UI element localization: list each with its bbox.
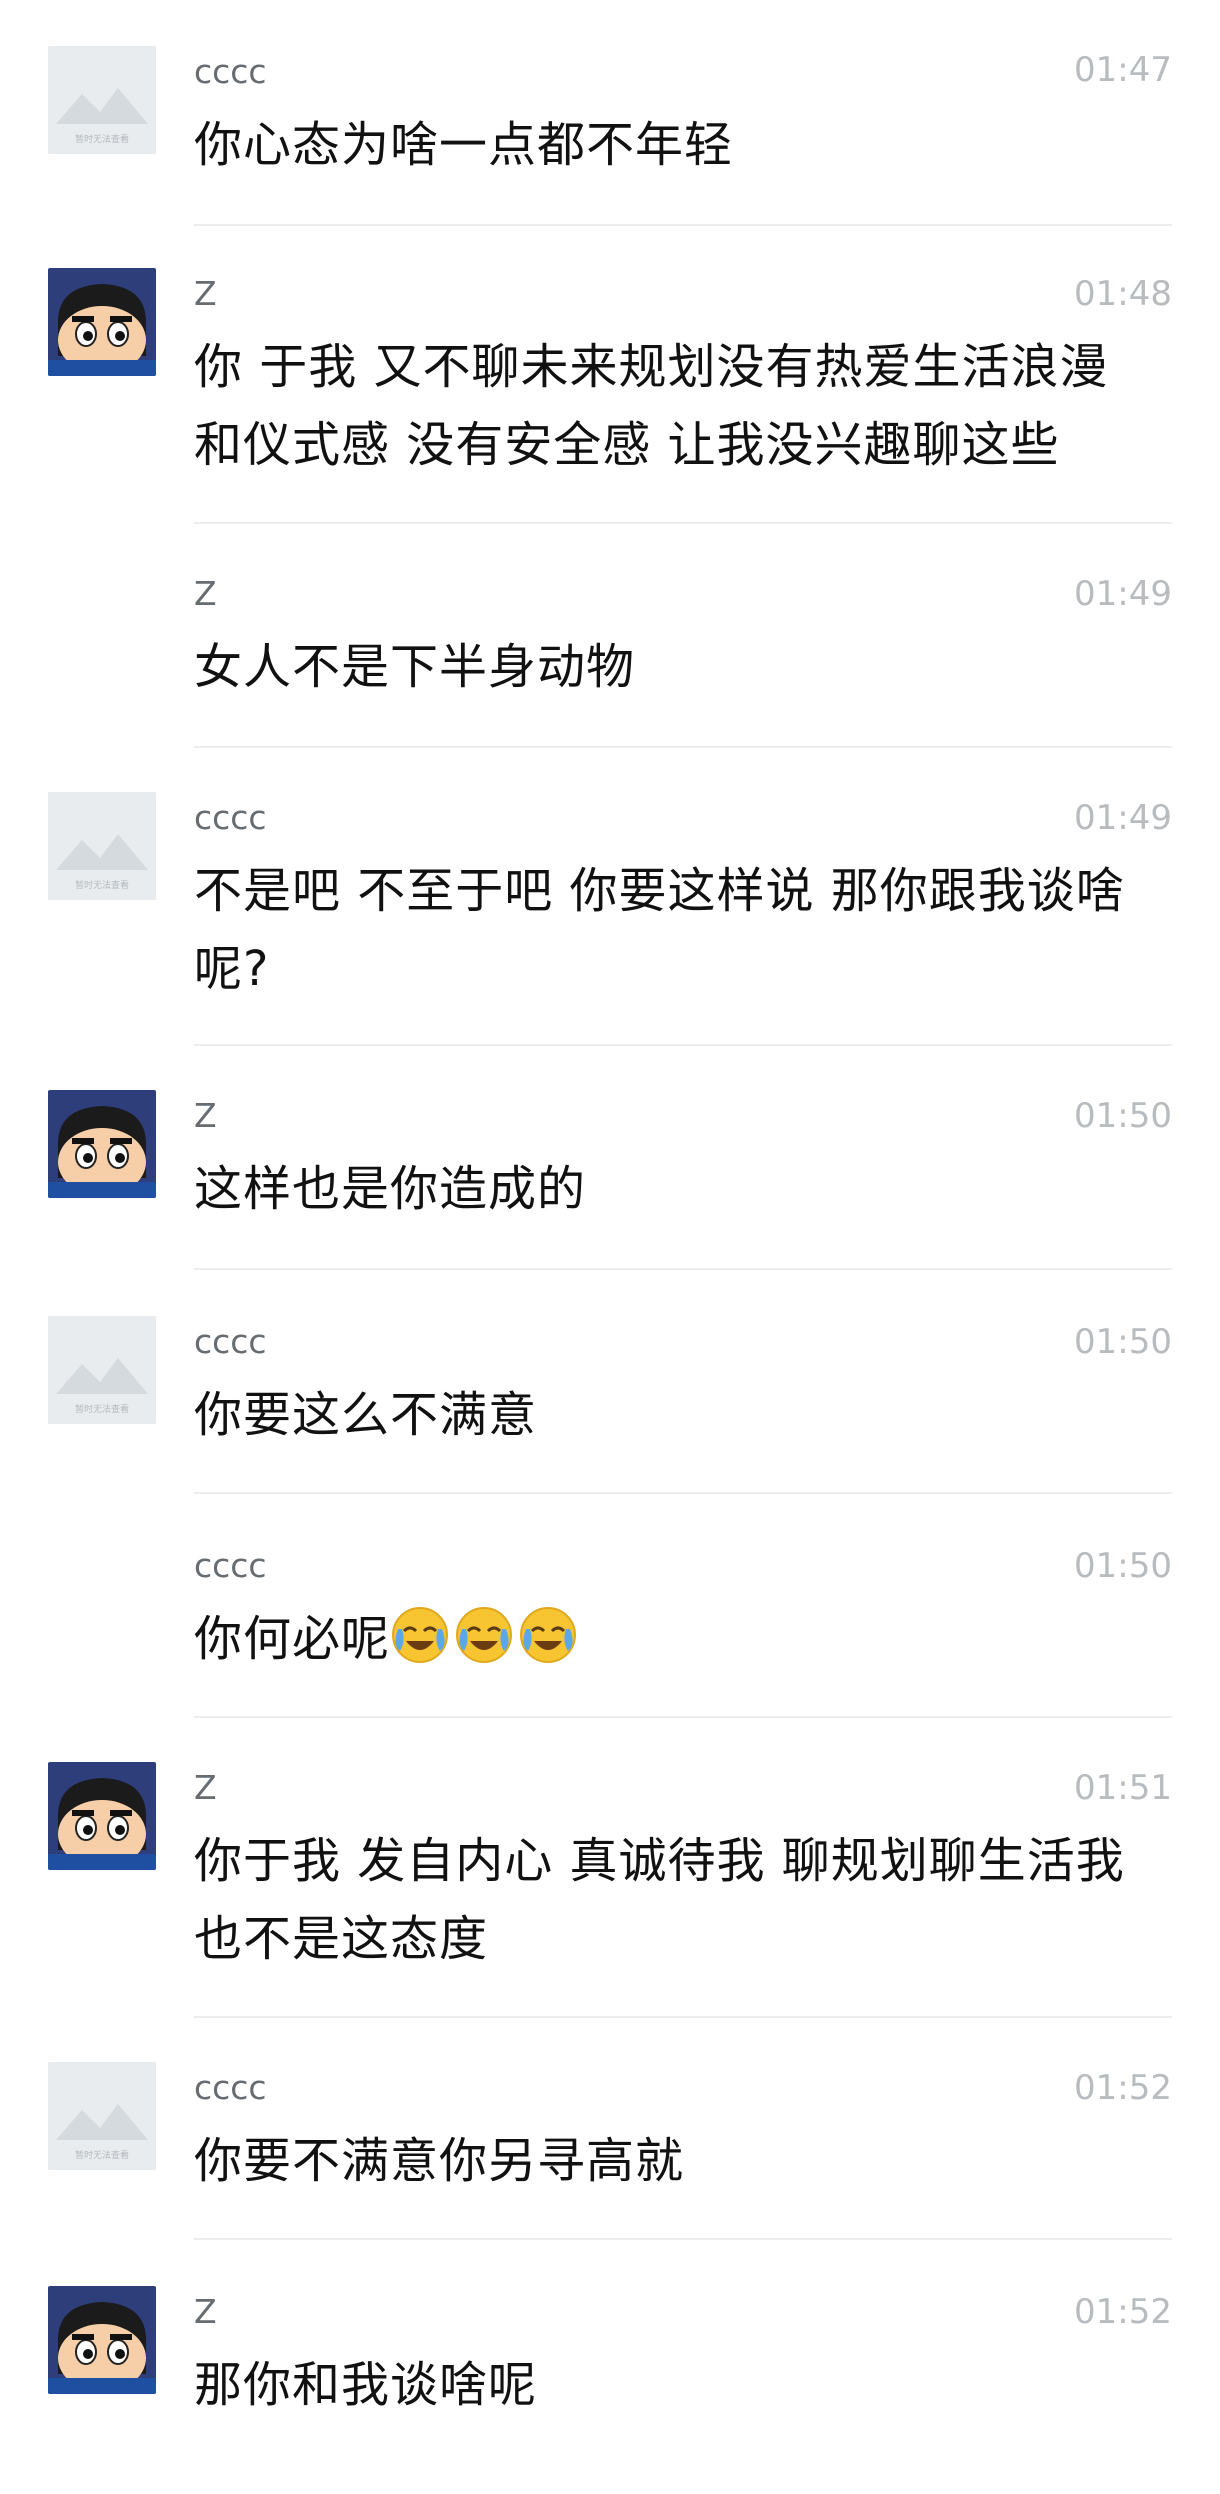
message-time: 01:47 bbox=[1074, 50, 1172, 90]
sender-name: cccc bbox=[194, 1546, 267, 1585]
crayon-shinchan-avatar[interactable] bbox=[48, 1762, 156, 1870]
sender-name: Z bbox=[194, 574, 217, 613]
crying-laughing-emoji bbox=[454, 1605, 514, 1665]
sender-name: cccc bbox=[194, 1322, 267, 1361]
sender-name: cccc bbox=[194, 2068, 267, 2107]
crying-laughing-emoji bbox=[390, 1605, 450, 1665]
message-time: 01:51 bbox=[1074, 1768, 1172, 1808]
divider bbox=[194, 1268, 1172, 1270]
crayon-shinchan-avatar[interactable] bbox=[48, 2286, 156, 2394]
message-time: 01:48 bbox=[1074, 274, 1172, 314]
message-text: 这样也是你造成的 bbox=[194, 1161, 587, 1217]
crayon-shinchan-avatar[interactable] bbox=[48, 1090, 156, 1198]
sender-name: cccc bbox=[194, 52, 267, 91]
message-time: 01:50 bbox=[1074, 1322, 1172, 1362]
message-text: 你于我 发自内心 真诚待我 聊规划聊生活我也不是这态度 bbox=[194, 1833, 1125, 1967]
avatar-placeholder-text: 暂时无法查看 bbox=[75, 133, 129, 145]
message-time: 01:50 bbox=[1074, 1096, 1172, 1136]
message-time: 01:49 bbox=[1074, 798, 1172, 838]
sender-name: Z bbox=[194, 1096, 217, 1135]
divider bbox=[194, 522, 1172, 524]
divider bbox=[194, 224, 1172, 226]
divider bbox=[194, 2238, 1172, 2240]
message-text-line: 你何必呢 bbox=[194, 1600, 1174, 1678]
message-text: 你要不满意你另寻高就 bbox=[194, 2133, 685, 2189]
message-text: 不是吧 不至于吧 你要这样说 那你跟我谈啥呢? bbox=[194, 863, 1125, 997]
divider bbox=[194, 746, 1172, 748]
message-text: 你心态为啥一点都不年轻 bbox=[194, 117, 734, 173]
sender-name: cccc bbox=[194, 798, 267, 837]
message-time: 01:49 bbox=[1074, 574, 1172, 614]
message-text: 你 于我 又不聊未来规划没有热爱生活浪漫和仪式感 没有安全感 让我没兴趣聊这些 bbox=[194, 339, 1109, 473]
divider bbox=[194, 1044, 1172, 1046]
placeholder-image-icon[interactable]: 暂时无法查看 bbox=[48, 792, 156, 900]
placeholder-image-icon[interactable]: 暂时无法查看 bbox=[48, 2062, 156, 2170]
message-time: 01:52 bbox=[1074, 2292, 1172, 2332]
sender-name: Z bbox=[194, 2292, 217, 2331]
placeholder-image-icon[interactable]: 暂时无法查看 bbox=[48, 1316, 156, 1424]
avatar-placeholder-text: 暂时无法查看 bbox=[75, 1403, 129, 1415]
message-text: 你要这么不满意 bbox=[194, 1387, 538, 1443]
avatar-placeholder-text: 暂时无法查看 bbox=[75, 879, 129, 891]
divider bbox=[194, 1716, 1172, 1718]
message-text: 你何必呢 bbox=[194, 1611, 391, 1667]
message-text: 那你和我谈啥呢 bbox=[194, 2357, 538, 2413]
avatar-placeholder-text: 暂时无法查看 bbox=[75, 2149, 129, 2161]
sender-name: Z bbox=[194, 1768, 217, 1807]
message-text: 女人不是下半身动物 bbox=[194, 639, 636, 695]
divider bbox=[194, 2016, 1172, 2018]
crayon-shinchan-avatar[interactable] bbox=[48, 268, 156, 376]
crying-laughing-emoji bbox=[518, 1605, 578, 1665]
sender-name: Z bbox=[194, 274, 217, 313]
message-time: 01:50 bbox=[1074, 1546, 1172, 1586]
message-time: 01:52 bbox=[1074, 2068, 1172, 2108]
placeholder-image-icon[interactable]: 暂时无法查看 bbox=[48, 46, 156, 154]
divider bbox=[194, 1492, 1172, 1494]
